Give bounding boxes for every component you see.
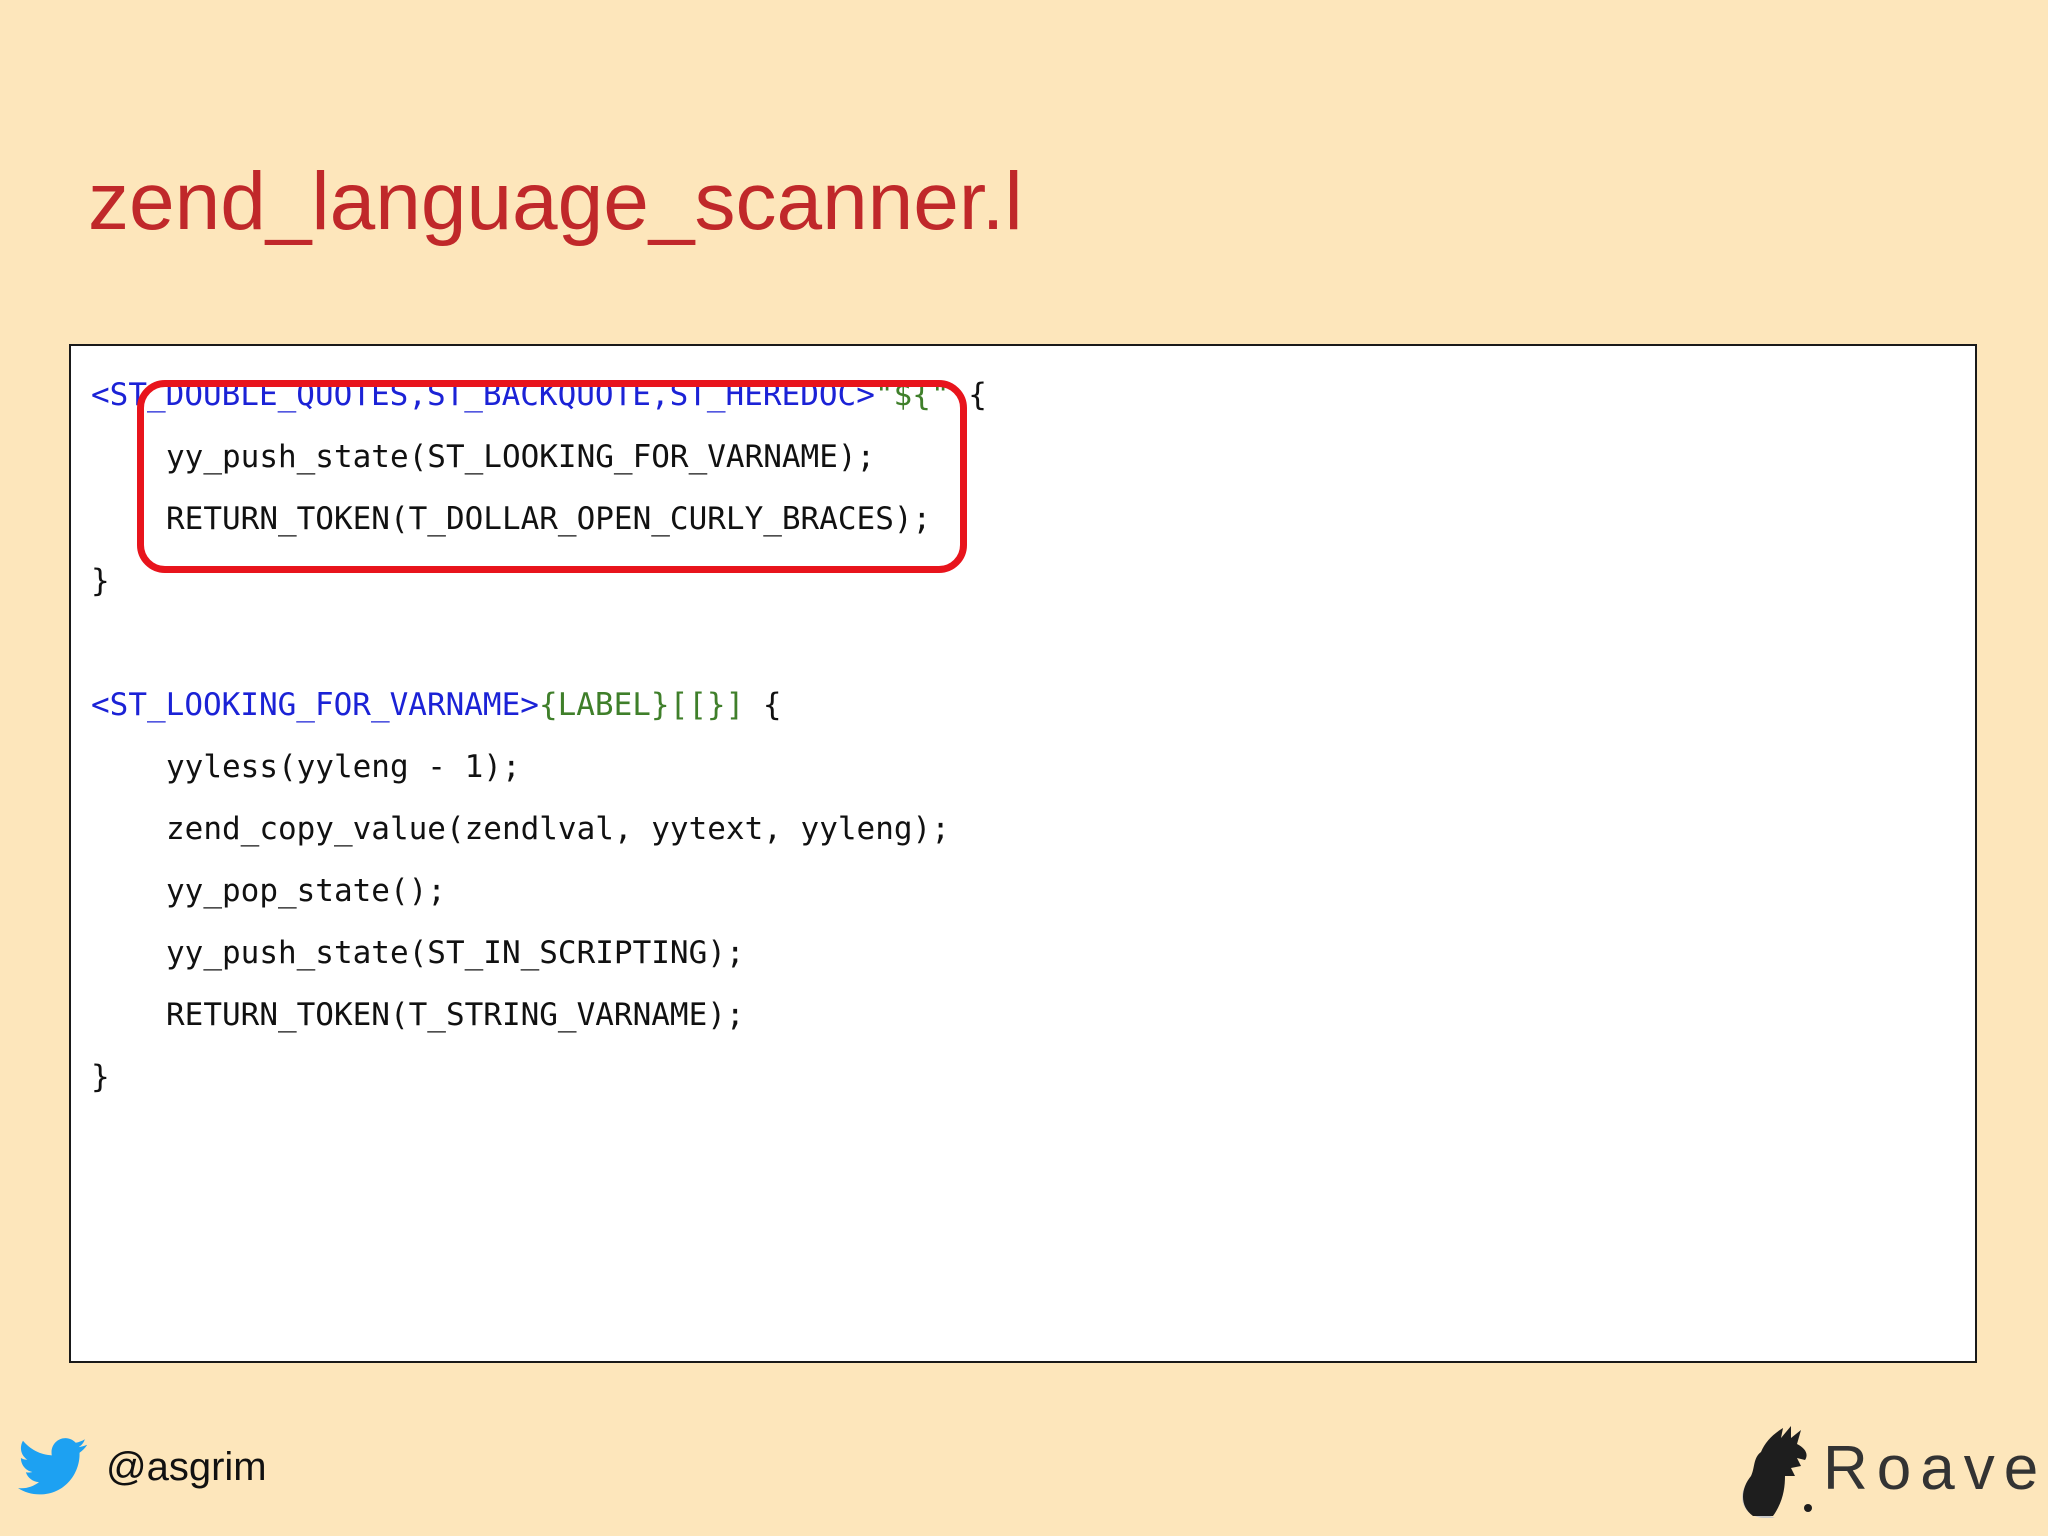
rule2-line-4: yy_push_state(ST_IN_SCRIPTING); [166, 935, 745, 971]
slide-title: zend_language_scanner.l [88, 156, 1023, 247]
twitter-handle: @asgrim [18, 1437, 267, 1497]
rule2-brace-open: { [744, 687, 782, 723]
rule2-brace-close: } [91, 1059, 110, 1095]
highlight-annotation [137, 380, 967, 573]
brand-name: Roave [1823, 1433, 2048, 1503]
rule2-state-condition: <ST_LOOKING_FOR_VARNAME> [91, 687, 539, 723]
rule2-line-5: RETURN_TOKEN(T_STRING_VARNAME); [166, 997, 745, 1033]
twitter-bird-icon [18, 1438, 87, 1495]
rule2-header: <ST_LOOKING_FOR_VARNAME>{LABEL}[[}] { [91, 674, 987, 736]
rule2-line-3: yy_pop_state(); [166, 873, 446, 909]
rule2-line-2: zend_copy_value(zendlval, yytext, yyleng… [166, 811, 950, 847]
twitter-handle-text: @asgrim [106, 1444, 267, 1489]
roave-logo-icon [1742, 1426, 1812, 1518]
brand-logo: Roave [1735, 1418, 2047, 1518]
rule2-pattern: {LABEL}[[}] [538, 687, 745, 723]
rule2-line-1: yyless(yyleng - 1); [166, 749, 521, 785]
